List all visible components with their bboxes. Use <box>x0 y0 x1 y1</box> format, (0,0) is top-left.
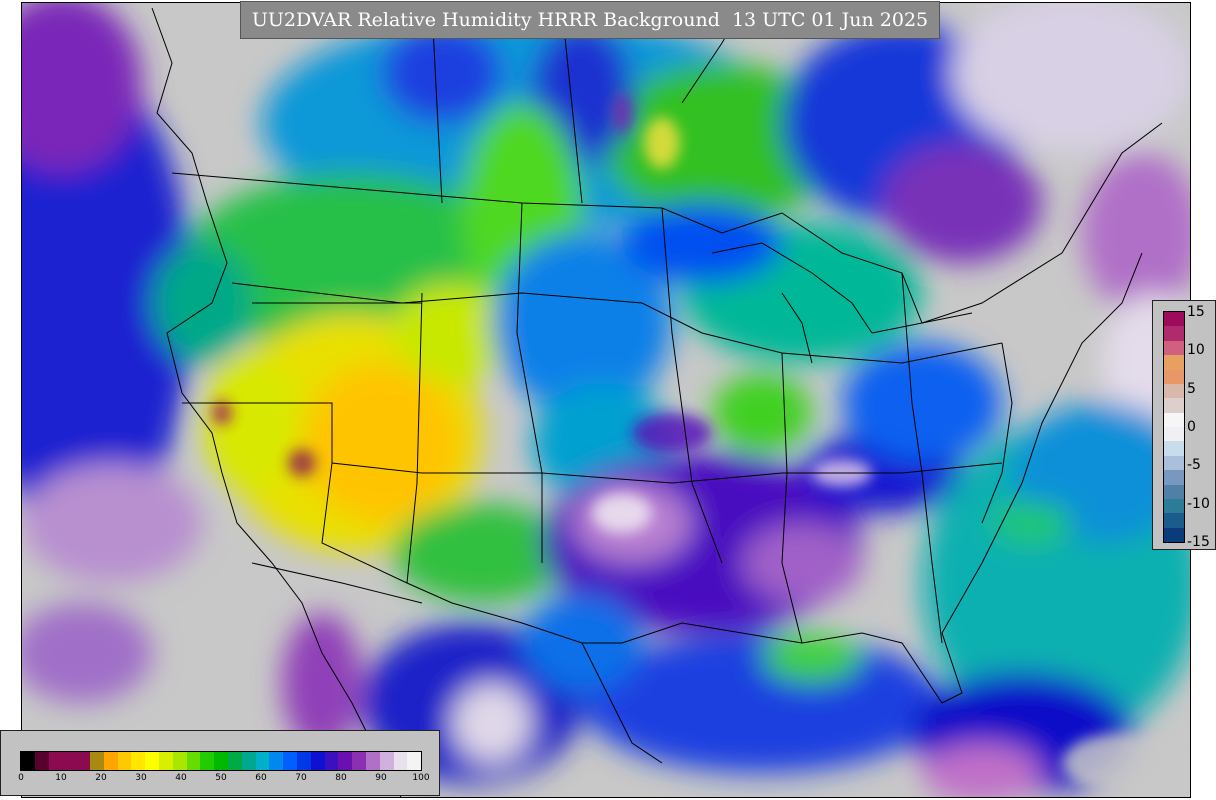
humidity-map <box>21 2 1191 798</box>
colorbar-segment <box>117 752 132 770</box>
colorbar-gradient <box>20 751 422 771</box>
colorbar-segment <box>172 752 187 770</box>
colorbar-segment <box>131 752 146 770</box>
colorbar-tick-label: 60 <box>255 773 267 783</box>
colorbar-segment <box>103 752 118 770</box>
diff-colorbar-segment <box>1164 340 1184 356</box>
colorbar-segment <box>186 752 201 770</box>
diff-colorbar-segment <box>1164 355 1184 370</box>
diff-colorbar-tick-label: 5 <box>1187 380 1196 397</box>
diff-colorbar-segment <box>1164 513 1184 528</box>
diff-colorbar-segment <box>1164 398 1184 413</box>
colorbar-segment <box>393 752 408 770</box>
diff-colorbar-segment <box>1164 498 1184 514</box>
colorbar-segment <box>310 752 325 770</box>
colorbar-tick-label: 20 <box>95 773 107 783</box>
map-canvas <box>22 3 1190 797</box>
colorbar-segment <box>296 752 311 770</box>
map-title: UU2DVAR Relative Humidity HRRR Backgroun… <box>240 1 940 39</box>
diff-colorbar-segment <box>1164 427 1184 442</box>
diff-colorbar-segment <box>1164 383 1184 399</box>
diff-colorbar-segment <box>1164 312 1184 327</box>
colorbar-segment <box>283 752 297 770</box>
colorbar-tick-label: 50 <box>215 773 227 783</box>
colorbar-segment <box>62 752 77 770</box>
colorbar-segment <box>407 752 422 770</box>
colorbar-segment <box>21 752 35 770</box>
colorbar-segment <box>200 752 215 770</box>
diff-colorbar-segment <box>1164 470 1184 485</box>
diff-colorbar-segment <box>1164 455 1184 471</box>
colorbar-tick-label: 70 <box>295 773 307 783</box>
colorbar-segment <box>214 752 228 770</box>
colorbar-segment <box>365 752 380 770</box>
diff-colorbar-segment <box>1164 527 1184 542</box>
colorbar-tick-label: 10 <box>55 773 67 783</box>
colorbar-segment <box>324 752 339 770</box>
diff-colorbar-tick-label: 15 <box>1187 304 1205 320</box>
diff-colorbar-tick-labels: 15 10 5 0 -5 -10 -15 <box>1187 304 1216 550</box>
colorbar-tick-label: 100 <box>412 773 430 783</box>
diff-colorbar-tick-label: 10 <box>1187 342 1205 359</box>
diff-colorbar-segment <box>1164 484 1184 499</box>
diff-colorbar-segment <box>1164 369 1184 384</box>
diff-colorbar-segment <box>1164 326 1184 341</box>
colorbar-segment <box>34 752 49 770</box>
colorbar-tick-labels: 0 10 20 30 40 50 60 70 80 90 100 <box>18 773 429 789</box>
colorbar-segment <box>338 752 353 770</box>
colorbar-segment <box>76 752 90 770</box>
colorbar-tick-label: 30 <box>135 773 147 783</box>
diff-colorbar-tick-label: -5 <box>1187 457 1201 474</box>
colorbar-tick-label: 90 <box>375 773 387 783</box>
colorbar-tick-label: 80 <box>335 773 347 783</box>
colorbar-segment <box>255 752 270 770</box>
colorbar-segment <box>48 752 63 770</box>
colorbar-tick-label: 40 <box>175 773 187 783</box>
colorbar-segment <box>269 752 284 770</box>
colorbar-tick-label: 0 <box>18 773 24 783</box>
relative-humidity-colorbar: 0 10 20 30 40 50 60 70 80 90 100 <box>0 730 440 796</box>
colorbar-segment <box>158 752 173 770</box>
colorbar-segment <box>241 752 256 770</box>
diff-colorbar-segment <box>1164 441 1184 456</box>
colorbar-segment <box>352 752 366 770</box>
diff-colorbar-tick-label: 0 <box>1187 419 1196 435</box>
colorbar-segment <box>145 752 159 770</box>
colorbar-segment <box>89 752 104 770</box>
diff-colorbar-tick-label: -15 <box>1187 534 1210 550</box>
colorbar-segment <box>379 752 394 770</box>
colorbar-segment <box>227 752 242 770</box>
difference-colorbar: 15 10 5 0 -5 -10 -15 <box>1152 300 1216 550</box>
diff-colorbar-gradient <box>1163 311 1185 543</box>
diff-colorbar-tick-label: -10 <box>1187 495 1210 512</box>
diff-colorbar-segment <box>1164 412 1184 427</box>
